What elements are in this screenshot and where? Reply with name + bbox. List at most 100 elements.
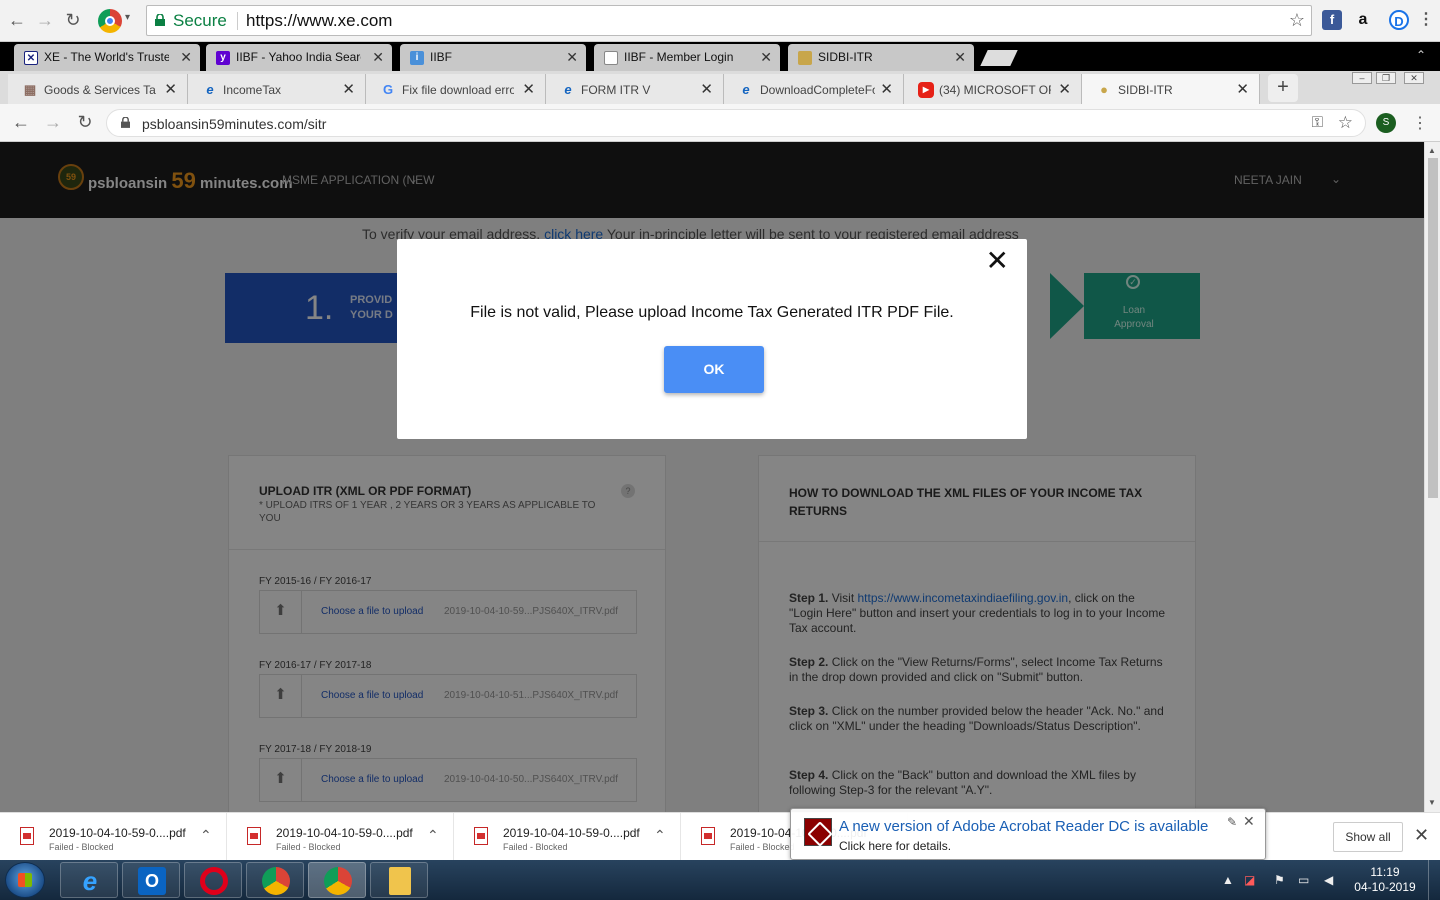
chevron-up-icon[interactable]: ⌃ (427, 827, 439, 844)
chrome-menu-icon[interactable]: ⋮ (1416, 10, 1436, 30)
close-tab-icon[interactable]: ✕ (372, 49, 384, 66)
inner-browser-toolbar: ← → ↻ psbloansin59minutes.com/sitr ⚿ ☆ S… (0, 104, 1440, 142)
close-tab-icon[interactable]: ✕ (700, 80, 713, 98)
close-tab-icon[interactable]: ✕ (1058, 80, 1071, 98)
outer-address-bar[interactable]: Secure https://www.xe.com ☆ (146, 5, 1312, 36)
back-arrow-icon[interactable]: ← (6, 9, 28, 31)
inner-tab-label: DownloadCompleteForm (760, 83, 875, 97)
inner-url-text[interactable]: psbloansin59minutes.com/sitr (142, 116, 326, 132)
taskbar-chrome-active[interactable] (308, 862, 366, 898)
chevron-up-icon[interactable]: ⌃ (654, 827, 666, 844)
bookmark-star-icon[interactable]: ☆ (1338, 113, 1353, 133)
download-item[interactable]: 2019-10-04-10-59-0....pdf Failed - Block… (0, 813, 227, 861)
back-arrow-icon[interactable]: ← (10, 111, 32, 133)
inner-tab-gst[interactable]: ▦ Goods & Services Tax (G ✕ (8, 74, 188, 104)
close-tab-icon[interactable]: ✕ (760, 49, 772, 66)
scroll-up-icon[interactable]: ▲ (1428, 146, 1436, 155)
inner-tab-label: (34) MICROSOFT OFFIC (939, 83, 1051, 97)
chevron-up-icon[interactable]: ⌃ (200, 827, 212, 844)
close-icon[interactable]: ✕ (986, 247, 1009, 275)
system-clock[interactable]: 11:19 04-10-2019 (1352, 865, 1418, 895)
close-downloads-icon[interactable]: ✕ (1414, 825, 1429, 846)
forward-arrow-icon[interactable]: → (42, 111, 64, 133)
chrome-menu-icon[interactable]: ⋮ (1412, 113, 1428, 133)
scroll-down-icon[interactable]: ▼ (1428, 798, 1436, 807)
page-scrollbar[interactable]: ▲ ▼ (1424, 142, 1440, 812)
taskbar-opera[interactable] (184, 862, 242, 898)
profile-caret-icon[interactable]: ▾ (125, 12, 130, 23)
tab-strip-chevron-icon[interactable]: ⌃ (1416, 48, 1426, 62)
inner-tab-label: Fix file download errors - (402, 83, 514, 97)
outer-tab-sidbi[interactable]: SIDBI-ITR ✕ (788, 44, 974, 71)
forward-arrow-icon[interactable]: → (34, 9, 56, 31)
inner-tab-download-form[interactable]: e DownloadCompleteForm ✕ (724, 74, 904, 104)
outer-tab-xe[interactable]: ✕ XE - The World's Trusted C ✕ (14, 44, 200, 71)
inner-tab-incometax[interactable]: e IncomeTax ✕ (188, 74, 366, 104)
inner-tab-youtube[interactable]: ▶ (34) MICROSOFT OFFIC ✕ (904, 74, 1082, 104)
inner-tab-sidbi[interactable]: ● SIDBI-ITR ✕ (1082, 74, 1260, 104)
acrobat-notification-title[interactable]: A new version of Adobe Acrobat Reader DC… (839, 818, 1208, 835)
acrobat-update-notification[interactable]: A new version of Adobe Acrobat Reader DC… (790, 808, 1266, 860)
minimize-window-icon[interactable]: – (1352, 72, 1372, 84)
bookmark-star-icon[interactable]: ☆ (1289, 10, 1305, 31)
download-item[interactable]: 2019-10-04-10-59-0....pdf Failed - Block… (454, 813, 681, 861)
reload-icon[interactable]: ↻ (62, 9, 84, 31)
new-tab-button[interactable] (980, 50, 1018, 66)
wrench-icon[interactable]: ✎ (1227, 815, 1237, 829)
close-tab-icon[interactable]: ✕ (1236, 80, 1249, 98)
scrollbar-thumb[interactable] (1428, 158, 1438, 498)
profile-avatar[interactable]: S (1376, 113, 1396, 133)
amazon-extension-icon[interactable]: a (1353, 10, 1373, 30)
outer-url-text[interactable]: https://www.xe.com (246, 11, 392, 31)
network-icon[interactable]: ▭ (1298, 873, 1309, 887)
acrobat-notification-details[interactable]: Click here for details. (839, 839, 951, 853)
close-tab-icon[interactable]: ✕ (164, 80, 177, 98)
outer-tab-label: SIDBI-ITR (818, 50, 873, 64)
omnibox-divider (237, 12, 238, 30)
show-all-button[interactable]: Show all (1333, 822, 1403, 852)
ok-button[interactable]: OK (664, 346, 764, 393)
taskbar-internet-explorer[interactable]: e (60, 862, 118, 898)
taskbar-chrome[interactable] (246, 862, 304, 898)
close-tab-icon[interactable]: ✕ (180, 49, 192, 66)
outer-tab-iibf[interactable]: i IIBF ✕ (400, 44, 586, 71)
outer-tab-iibf-login[interactable]: IIBF - Member Login ✕ (594, 44, 780, 71)
outer-tab-yahoo[interactable]: y IIBF - Yahoo India Search R ✕ (206, 44, 392, 71)
close-tab-icon[interactable]: ✕ (342, 80, 355, 98)
start-button[interactable] (5, 862, 45, 898)
close-tab-icon[interactable]: ✕ (954, 49, 966, 66)
close-tab-icon[interactable]: ✕ (566, 49, 578, 66)
show-desktop-button[interactable] (1428, 860, 1440, 900)
inner-tab-label: IncomeTax (223, 83, 282, 97)
reload-icon[interactable]: ↻ (74, 111, 96, 133)
tray-expand-icon[interactable]: ▲ (1222, 873, 1234, 887)
ie-favicon-icon: e (564, 82, 572, 97)
inner-tab-form-itr[interactable]: e FORM ITR V ✕ (546, 74, 724, 104)
inner-address-bar[interactable]: psbloansin59minutes.com/sitr ⚿ ☆ (106, 109, 1366, 137)
chrome-logo-icon[interactable] (98, 9, 122, 33)
download-item[interactable]: 2019-10-04-10-59-0....pdf Failed - Block… (227, 813, 454, 861)
outer-browser-toolbar: ← → ↻ ▾ Secure https://www.xe.com ☆ f a … (0, 0, 1440, 42)
iibf-favicon-icon: i (410, 51, 424, 65)
download-status: Failed - Blocked (730, 842, 795, 852)
close-tab-icon[interactable]: ✕ (880, 80, 893, 98)
outlook-icon: O (138, 867, 166, 895)
key-icon[interactable]: ⚿ (1312, 114, 1323, 131)
download-file-name: 2019-10-04-10-59-0....pdf (276, 826, 413, 840)
facebook-extension-icon[interactable]: f (1322, 10, 1342, 30)
taskbar-file-explorer[interactable] (370, 862, 428, 898)
pdf-file-icon (20, 827, 34, 845)
page-favicon-icon (604, 51, 618, 65)
dashlane-extension-icon[interactable]: D (1389, 10, 1409, 30)
close-tab-icon[interactable]: ✕ (522, 80, 535, 98)
close-window-icon[interactable]: ✕ (1404, 72, 1424, 84)
inner-tab-fix-download[interactable]: G Fix file download errors - ✕ (366, 74, 546, 104)
close-notification-icon[interactable]: ✕ (1243, 813, 1255, 830)
restore-window-icon[interactable]: ❐ (1376, 72, 1396, 84)
taskbar-outlook[interactable]: O (122, 862, 180, 898)
flag-icon[interactable]: ⚑ (1274, 873, 1285, 887)
acrobat-tray-icon[interactable]: ◪ (1244, 873, 1255, 887)
volume-icon[interactable]: ◀ (1324, 873, 1333, 887)
new-tab-button[interactable]: + (1268, 74, 1298, 102)
ie-favicon-icon: e (742, 82, 750, 97)
